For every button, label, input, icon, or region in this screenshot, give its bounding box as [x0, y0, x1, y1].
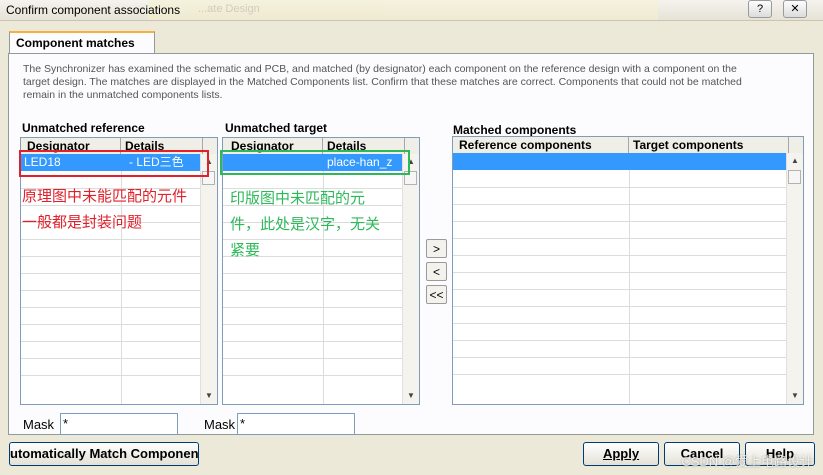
vertical-scrollbar[interactable]: ▲ ▼	[786, 153, 803, 404]
reference-mask-label: Mask	[23, 417, 55, 432]
green-highlight-box	[220, 150, 410, 175]
target-mask-input[interactable]: *	[237, 413, 355, 435]
scroll-down-icon[interactable]: ▼	[787, 388, 803, 404]
green-annotation-line-1: 印版图中未匹配的元	[230, 190, 366, 207]
column-divider	[629, 153, 630, 404]
vertical-scrollbar[interactable]: ▲ ▼	[200, 154, 217, 404]
remove-all-matches-button[interactable]: <<	[426, 285, 447, 304]
red-annotation-line-2: 一般都是封装问题	[22, 214, 143, 231]
reference-mask-input[interactable]: *	[60, 413, 178, 435]
scroll-down-icon[interactable]: ▼	[403, 388, 419, 404]
green-annotation: 印版图中未匹配的元 件，此处是汉字，无关 紧要	[230, 186, 380, 264]
red-annotation-line-1: 原理图中未能匹配的元件	[22, 188, 188, 205]
unmatched-target-title: Unmatched target	[225, 121, 328, 135]
scroll-down-icon[interactable]: ▼	[201, 388, 217, 404]
watermark: CSDN @爱上电路设计	[681, 454, 813, 469]
background-window-ghost: ...ate Design	[148, 0, 658, 20]
tab-component-matches[interactable]: Component matches	[9, 31, 155, 53]
window-title: Confirm component associations	[6, 3, 181, 17]
vertical-scrollbar[interactable]: ▲ ▼	[402, 154, 419, 404]
column-reference-components[interactable]: Reference components	[453, 137, 629, 153]
scroll-thumb[interactable]	[788, 170, 801, 184]
green-annotation-line-3: 紧要	[230, 242, 261, 259]
unmatched-target-grid[interactable]: Designator Details place-han_z ▲ ▼	[222, 137, 420, 405]
green-annotation-line-2: 件，此处是汉字，无关	[230, 216, 381, 233]
matched-components-grid[interactable]: Reference components Target components ▲…	[452, 136, 804, 405]
matched-components-header: Reference components Target components	[453, 137, 803, 154]
auto-match-button[interactable]: utomatically Match Componen	[9, 442, 199, 466]
red-annotation: 原理图中未能匹配的元件 一般都是封装问题	[22, 184, 187, 236]
matched-components-title: Matched components	[453, 123, 577, 137]
apply-button[interactable]: Apply	[583, 442, 659, 466]
scroll-up-icon[interactable]: ▲	[787, 153, 803, 169]
add-match-button[interactable]: >	[426, 239, 447, 258]
description-text: The Synchronizer has examined the schema…	[23, 63, 742, 101]
table-row[interactable]	[453, 153, 788, 170]
title-bar: ...ate Design Confirm component associat…	[0, 0, 823, 21]
red-highlight-box	[19, 150, 209, 177]
remove-match-button[interactable]: <	[426, 262, 447, 281]
column-target-components[interactable]: Target components	[629, 137, 789, 153]
unmatched-reference-grid[interactable]: Designator Details LED18 - LED三色 ▲ ▼	[20, 137, 218, 405]
target-mask-label: Mask	[204, 417, 236, 432]
unmatched-reference-title: Unmatched reference	[22, 121, 145, 135]
close-title-button[interactable]: ✕	[783, 0, 807, 18]
help-title-button[interactable]: ?	[748, 0, 772, 18]
